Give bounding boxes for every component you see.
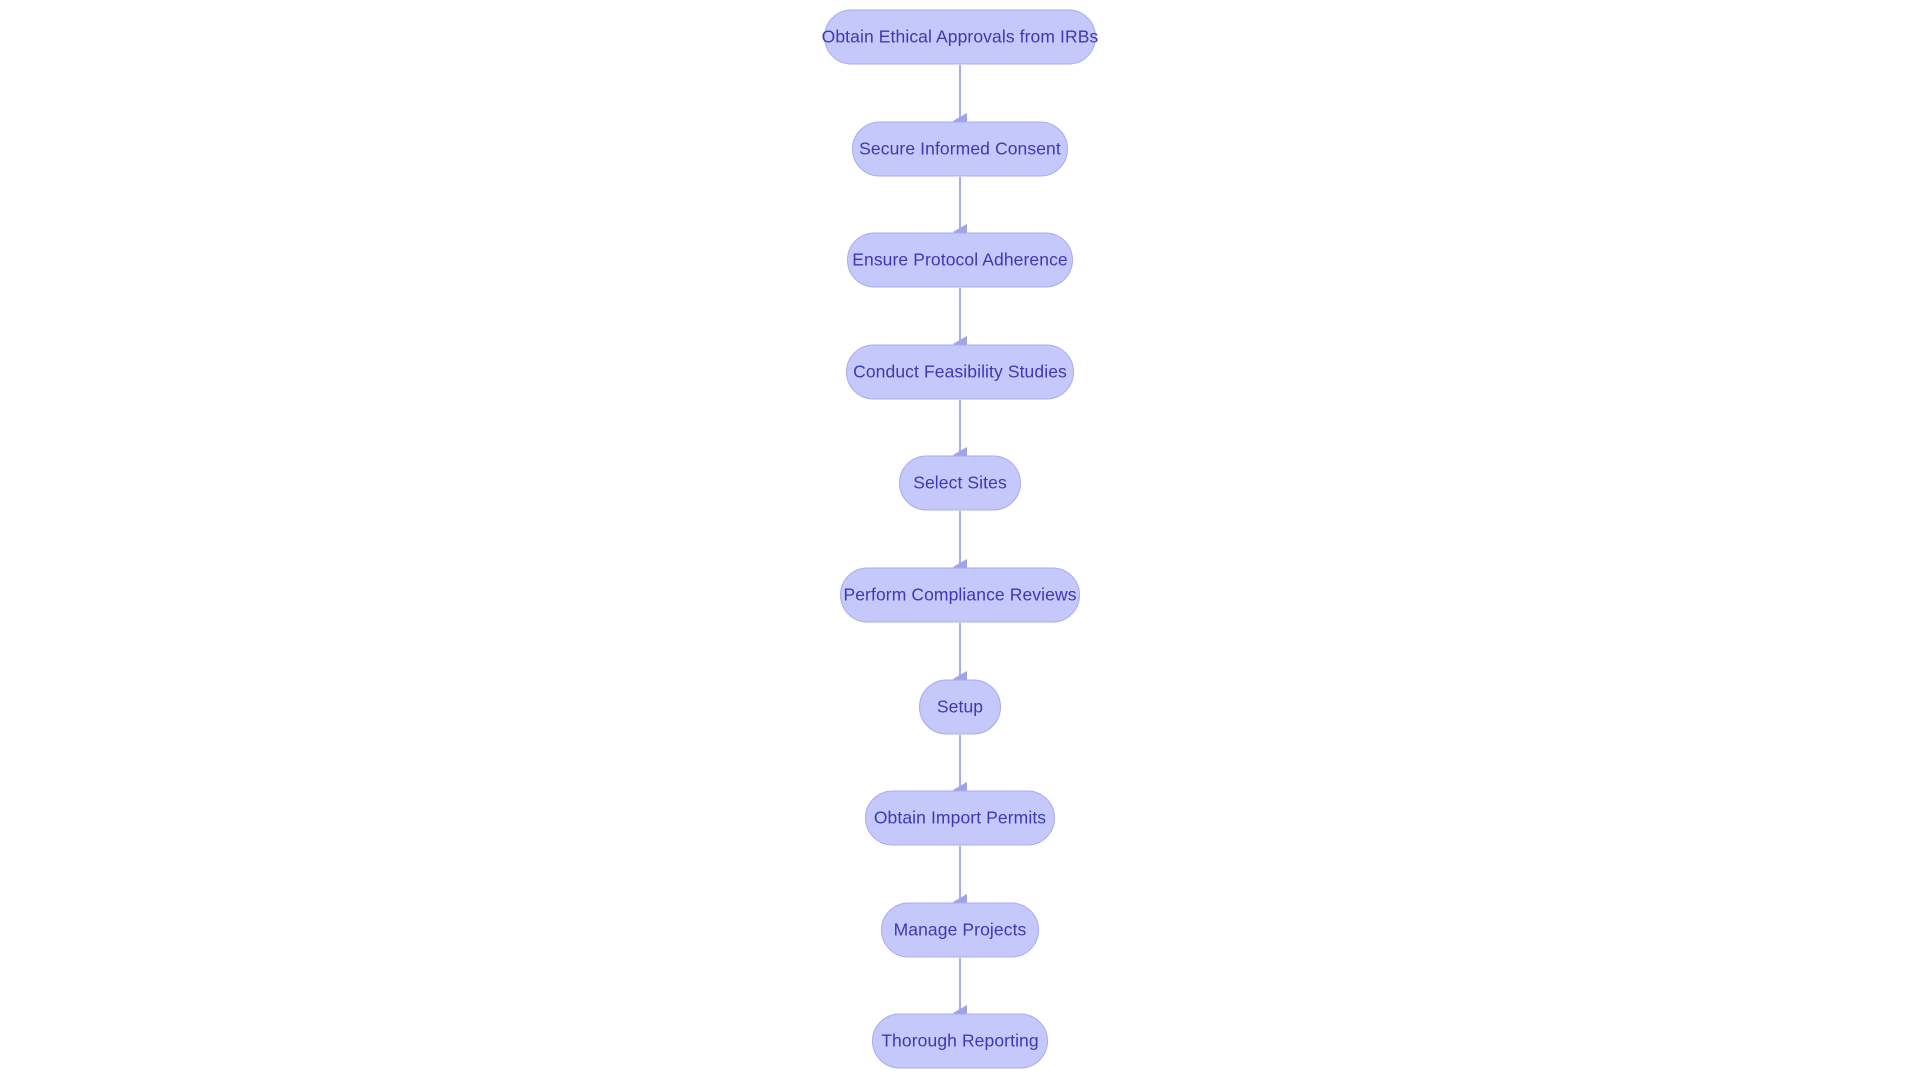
flow-node-n6[interactable]: Perform Compliance Reviews	[840, 567, 1080, 623]
flow-node-n1[interactable]: Obtain Ethical Approvals from IRBs	[822, 9, 1098, 65]
flow-node-label: Perform Compliance Reviews	[843, 584, 1077, 605]
flow-node-label: Ensure Protocol Adherence	[852, 249, 1068, 270]
flow-node-label: Manage Projects	[893, 919, 1027, 940]
flow-node-label: Obtain Ethical Approvals from IRBs	[821, 26, 1099, 47]
flow-node-n4[interactable]: Conduct Feasibility Studies	[846, 344, 1074, 400]
flowchart-canvas: Obtain Ethical Approvals from IRBs Secure…	[0, 0, 1920, 1083]
flow-node-n3[interactable]: Ensure Protocol Adherence	[847, 232, 1073, 288]
flow-node-n5[interactable]: Select Sites	[899, 455, 1021, 511]
flow-node-n9[interactable]: Manage Projects	[881, 902, 1039, 958]
flow-node-label: Select Sites	[913, 472, 1007, 493]
flow-node-n8[interactable]: Obtain Import Permits	[865, 790, 1055, 846]
flow-node-n2[interactable]: Secure Informed Consent	[852, 121, 1068, 177]
flow-node-label: Thorough Reporting	[881, 1030, 1039, 1051]
flow-node-n7[interactable]: Setup	[919, 679, 1001, 735]
flow-node-n10[interactable]: Thorough Reporting	[872, 1013, 1048, 1069]
flow-node-label: Conduct Feasibility Studies	[853, 361, 1067, 382]
flow-node-label: Secure Informed Consent	[859, 138, 1061, 159]
flow-node-label: Setup	[936, 696, 984, 717]
flow-node-label: Obtain Import Permits	[873, 807, 1047, 828]
